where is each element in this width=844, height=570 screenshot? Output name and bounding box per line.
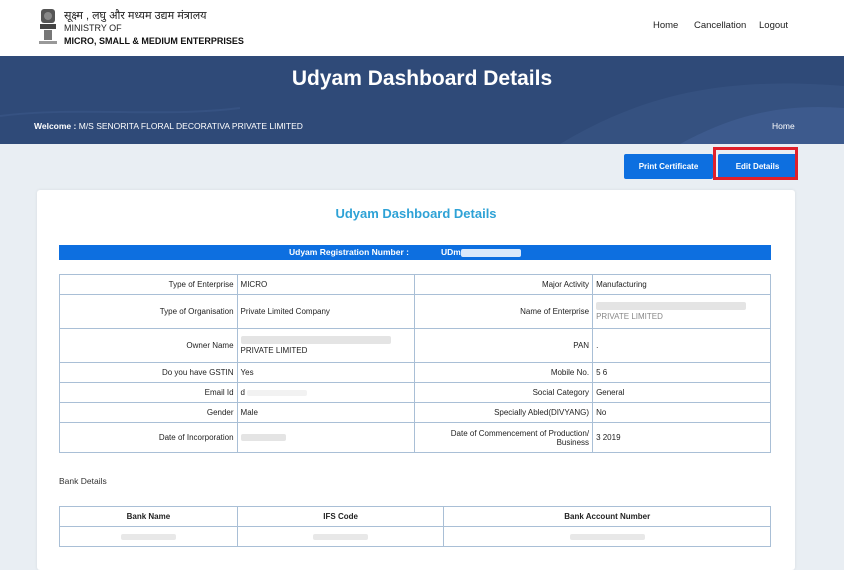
detail-value: d [236, 382, 416, 403]
welcome-label: Welcome : [34, 121, 77, 131]
redacted-value [596, 302, 747, 310]
table-row [59, 526, 771, 547]
detail-label: Type of Organisation [59, 294, 238, 329]
bank-details-heading: Bank Details [59, 476, 107, 486]
detail-label: Type of Enterprise [59, 274, 238, 295]
ministry-label: MINISTRY OF [64, 23, 122, 33]
table-row: Type of Organisation Private Limited Com… [59, 294, 771, 329]
redacted-value [247, 389, 308, 396]
edit-details-highlight-box [713, 147, 798, 180]
table-row: Email Id d Social Category General [59, 382, 771, 403]
dashboard-card: Udyam Dashboard Details Udyam Registrati… [37, 190, 795, 570]
registration-number-value: UDm [441, 245, 521, 260]
detail-label: Specially Abled(DIVYANG) [414, 402, 594, 423]
redacted-value [120, 533, 176, 540]
table-row: Type of Enterprise MICRO Major Activity … [59, 274, 771, 295]
bank-name-cell [59, 526, 238, 547]
ministry-name-hindi: सूक्ष्म , लघु और मध्यम उद्यम मंत्रालय [64, 10, 207, 22]
email-text: d [240, 388, 245, 397]
detail-label: Social Category [414, 382, 594, 403]
detail-value: Male [236, 402, 416, 423]
ministry-name: MICRO, SMALL & MEDIUM ENTERPRISES [64, 36, 244, 46]
table-row: Owner Name PRIVATE LIMITED PAN . [59, 328, 771, 363]
detail-value: 5 6 [592, 362, 771, 383]
ifs-code-cell [236, 526, 445, 547]
detail-label: Email Id [59, 382, 238, 403]
national-emblem-icon [39, 9, 57, 44]
nav-home-link[interactable]: Home [653, 20, 678, 31]
detail-label: Name of Enterprise [414, 294, 594, 329]
redacted-value [240, 336, 391, 344]
banner-title: Udyam Dashboard Details [291, 67, 553, 90]
detail-label: Owner Name [59, 328, 238, 363]
registration-number-text: UDm [441, 247, 461, 257]
breadcrumb-home-link[interactable]: Home [772, 121, 795, 131]
registration-number-label: Udyam Registration Number : [289, 247, 409, 257]
detail-value: MICRO [236, 274, 416, 295]
detail-value: . [592, 328, 771, 363]
detail-value [236, 422, 416, 453]
bank-details-table: Bank Name IFS Code Bank Account Number [59, 506, 771, 547]
column-header: Bank Account Number [443, 506, 771, 527]
table-row: Gender Male Specially Abled(DIVYANG) No [59, 402, 771, 423]
redacted-value [313, 533, 369, 540]
table-header-row: Bank Name IFS Code Bank Account Number [59, 506, 771, 527]
detail-value: No [592, 402, 771, 423]
detail-label: Date of Incorporation [59, 422, 238, 453]
redacted-value [240, 434, 286, 442]
detail-label: Do you have GSTIN [59, 362, 238, 383]
detail-label: Major Activity [414, 274, 594, 295]
page-banner: Udyam Dashboard Details Welcome : M/S SE… [0, 56, 844, 144]
detail-label: Gender [59, 402, 238, 423]
nav-cancellation-link[interactable]: Cancellation [694, 20, 746, 31]
column-header: IFS Code [236, 506, 445, 527]
column-header: Bank Name [59, 506, 238, 527]
detail-value: General [592, 382, 771, 403]
welcome-enterprise-name: M/S SENORITA FLORAL DECORATIVA PRIVATE L… [78, 121, 303, 131]
detail-value: PRIVATE LIMITED [592, 294, 771, 329]
nav-logout-link[interactable]: Logout [759, 20, 788, 31]
registration-number-bar: Udyam Registration Number : UDm [59, 245, 771, 260]
enterprise-name-tail: PRIVATE LIMITED [596, 312, 663, 321]
table-row: Do you have GSTIN Yes Mobile No. 5 6 [59, 362, 771, 383]
detail-value: Manufacturing [592, 274, 771, 295]
account-number-cell [443, 526, 771, 547]
card-title: Udyam Dashboard Details [335, 206, 497, 221]
detail-value: Private Limited Company [236, 294, 416, 329]
owner-name-tail: PRIVATE LIMITED [240, 346, 308, 355]
top-header: सूक्ष्म , लघु और मध्यम उद्यम मंत्रालय MI… [0, 0, 844, 56]
redacted-value [569, 533, 645, 540]
detail-label: Date of Commencement of Production/ Busi… [414, 422, 594, 453]
detail-value: PRIVATE LIMITED [236, 328, 416, 363]
detail-label: PAN [414, 328, 594, 363]
redacted-value [460, 248, 521, 257]
table-row: Date of Incorporation Date of Commenceme… [59, 422, 771, 453]
welcome-text: Welcome : M/S SENORITA FLORAL DECORATIVA… [34, 121, 303, 131]
print-certificate-button[interactable]: Print Certificate [624, 154, 713, 179]
detail-label: Mobile No. [414, 362, 594, 383]
detail-value: Yes [236, 362, 416, 383]
enterprise-details-table: Type of Enterprise MICRO Major Activity … [59, 274, 771, 453]
detail-value: 3 2019 [592, 422, 771, 453]
